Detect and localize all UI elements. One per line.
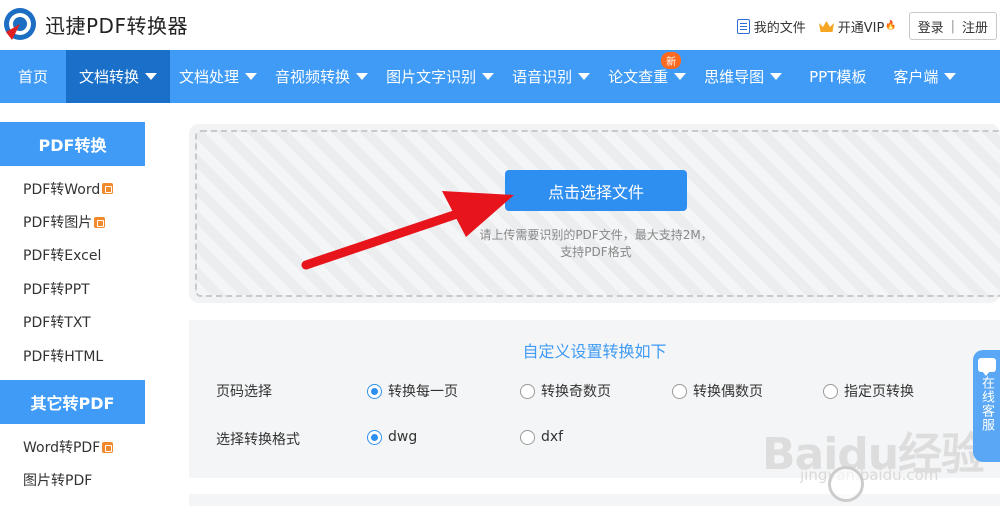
- caret-down-icon: [245, 73, 258, 80]
- chat-bubble-icon: [977, 358, 996, 376]
- login-link[interactable]: 登录: [918, 17, 944, 36]
- nav-label: 论文查重: [608, 68, 669, 86]
- radio-unchecked-icon: [520, 429, 535, 445]
- sidebar-item-label: PDF转HTML: [23, 348, 104, 365]
- red-arrow-icon: [301, 191, 514, 270]
- nav-item-doc-process[interactable]: 文档处理: [170, 50, 266, 103]
- nav-label: PPT模板: [809, 68, 867, 86]
- caret-down-icon: [482, 73, 495, 80]
- radio-label: 转换每一页: [388, 384, 458, 400]
- nav-label: 文档转换: [79, 68, 140, 86]
- caret-down-icon: [770, 73, 783, 80]
- vip-badge-icon: [102, 183, 114, 195]
- radio-format-dxf[interactable]: dxf: [520, 429, 563, 445]
- radio-label: dxf: [541, 429, 564, 445]
- radio-specified-pages[interactable]: 指定页转换: [823, 381, 914, 401]
- format-select-label: 选择转换格式: [216, 432, 300, 448]
- nav-item-doc-convert[interactable]: 文档转换: [66, 50, 171, 103]
- nav-label: 思维导图: [704, 68, 765, 86]
- sidebar-list-other: Word转PDF 图片转PDF: [0, 424, 145, 505]
- main-nav: 首页 文档转换 文档处理 音视频转换 图片文字识别 语音识别 论文查重 新 思维…: [0, 50, 1000, 103]
- sidebar-heading-pdf-convert: PDF转换: [0, 122, 145, 166]
- my-files-label: 我的文件: [753, 20, 806, 36]
- sidebar-item-pdf-to-txt[interactable]: PDF转TXT: [0, 306, 145, 339]
- sidebar-item-pdf-to-image[interactable]: PDF转图片: [0, 205, 145, 238]
- vip-link[interactable]: 开通VIP 🔥: [818, 17, 897, 36]
- radio-convert-even-pages[interactable]: 转换偶数页: [672, 381, 763, 401]
- radio-checked-icon: [367, 383, 382, 399]
- nav-item-mindmap[interactable]: 思维导图: [695, 50, 791, 103]
- caret-down-icon: [145, 73, 158, 80]
- vip-badge-icon: [102, 441, 114, 453]
- brand-title[interactable]: 迅捷PDF转换器: [45, 10, 188, 39]
- sidebar: PDF转换 PDF转Word PDF转图片 PDF转Excel PDF转PPT …: [0, 122, 145, 505]
- page-select-label: 页码选择: [216, 384, 272, 400]
- nav-label: 图片文字识别: [386, 68, 477, 86]
- radio-unchecked-icon: [672, 383, 687, 399]
- top-links: 我的文件 开通VIP 🔥 登录 | 注册: [736, 12, 1000, 40]
- next-panel-edge: [189, 494, 1000, 506]
- nav-item-client[interactable]: 客户端: [884, 50, 965, 103]
- watermark-url: jingyan.baidu.com: [800, 466, 939, 484]
- radio-label: 指定页转换: [844, 384, 914, 400]
- caret-down-icon: [674, 73, 687, 80]
- register-link[interactable]: 注册: [962, 17, 988, 36]
- sidebar-heading-other-to-pdf: 其它转PDF: [0, 380, 145, 425]
- sidebar-item-pdf-to-ppt[interactable]: PDF转PPT: [0, 272, 145, 305]
- caret-down-icon: [578, 73, 591, 80]
- fire-icon: 🔥: [885, 21, 897, 31]
- nav-item-plagiarism[interactable]: 论文查重 新: [599, 50, 695, 103]
- magnifier-icon: [828, 466, 864, 502]
- sidebar-item-label: PDF转PPT: [23, 281, 90, 298]
- top-bar: 迅捷PDF转换器 我的文件 开通VIP 🔥 登录 | 注册: [0, 0, 1000, 50]
- radio-convert-every-page[interactable]: 转换每一页: [367, 381, 458, 401]
- sidebar-item-label: PDF转图片: [23, 215, 93, 232]
- nav-label: 文档处理: [179, 68, 240, 86]
- sidebar-item-pdf-to-excel[interactable]: PDF转Excel: [0, 239, 145, 272]
- login-divider: |: [950, 18, 955, 34]
- radio-unchecked-icon: [823, 383, 838, 399]
- sidebar-item-label: Word转PDF: [23, 440, 101, 457]
- nav-item-home[interactable]: 首页: [0, 50, 66, 103]
- sidebar-item-label: 图片转PDF: [23, 473, 93, 490]
- sidebar-item-label: PDF转TXT: [23, 315, 91, 332]
- caret-down-icon: [944, 73, 957, 80]
- sidebar-item-word-to-pdf[interactable]: Word转PDF: [0, 430, 145, 463]
- sidebar-item-label: PDF转Excel: [23, 248, 102, 265]
- nav-item-ppt[interactable]: PPT模板: [791, 50, 884, 103]
- nav-label: 客户端: [893, 68, 939, 86]
- my-files-link[interactable]: 我的文件: [736, 17, 806, 36]
- nav-item-ocr[interactable]: 图片文字识别: [377, 50, 503, 103]
- radio-unchecked-icon: [520, 383, 535, 399]
- radio-label: 转换奇数页: [541, 384, 611, 400]
- login-register-box: 登录 | 注册: [908, 12, 997, 40]
- new-badge: 新: [661, 52, 682, 69]
- radio-format-dwg[interactable]: dwg: [367, 429, 417, 445]
- online-service-label: 在线客服: [979, 376, 994, 432]
- radio-convert-odd-pages[interactable]: 转换奇数页: [520, 381, 611, 401]
- sidebar-item-label: PDF转Word: [23, 181, 101, 198]
- settings-title: 自定义设置转换如下: [522, 342, 667, 361]
- crown-icon: [818, 20, 834, 32]
- nav-item-av-convert[interactable]: 音视频转换: [266, 50, 377, 103]
- sidebar-list-pdf: PDF转Word PDF转图片 PDF转Excel PDF转PPT PDF转TX…: [0, 166, 145, 380]
- sidebar-item-pdf-to-word[interactable]: PDF转Word: [0, 172, 145, 205]
- sidebar-item-image-to-pdf[interactable]: 图片转PDF: [0, 464, 145, 497]
- radio-label: dwg: [388, 429, 418, 445]
- radio-label: 转换偶数页: [693, 384, 763, 400]
- online-service-tab[interactable]: 在线客服: [973, 350, 1000, 462]
- vip-badge-icon: [94, 216, 106, 228]
- nav-item-speech[interactable]: 语音识别: [503, 50, 599, 103]
- nav-label: 音视频转换: [275, 68, 351, 86]
- caret-down-icon: [356, 73, 369, 80]
- nav-label: 首页: [18, 68, 49, 86]
- app-logo-icon[interactable]: [2, 6, 38, 42]
- sidebar-item-pdf-to-html[interactable]: PDF转HTML: [0, 339, 145, 372]
- radio-checked-icon: [367, 429, 382, 445]
- choose-file-button[interactable]: 点击选择文件: [505, 170, 687, 211]
- vip-label: 开通VIP: [837, 20, 885, 36]
- nav-label: 语音识别: [512, 68, 573, 86]
- document-icon: [736, 18, 750, 34]
